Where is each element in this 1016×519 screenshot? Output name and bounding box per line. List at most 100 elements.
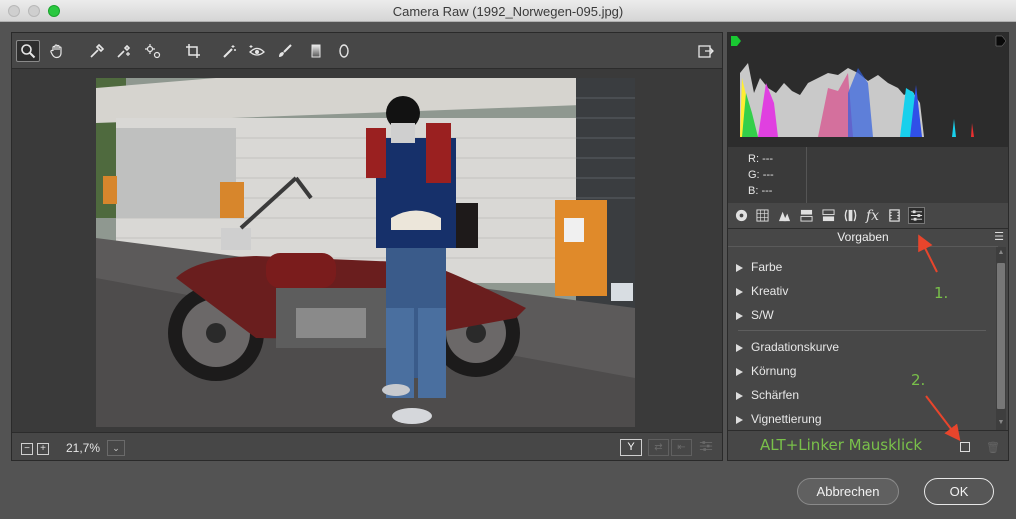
crop-icon	[186, 44, 200, 58]
targeted-adjustment-tool-button[interactable]	[141, 40, 165, 62]
presets-title: Vorgaben	[837, 230, 889, 244]
radial-filter-tool-button[interactable]	[332, 40, 356, 62]
sliders-icon	[699, 441, 712, 451]
zoom-dropdown[interactable]: ⌄	[107, 440, 125, 456]
preset-group-koernung[interactable]: Körnung	[736, 364, 796, 378]
panel-tabs: fx	[728, 203, 1008, 229]
photo-motorcycle-rider	[96, 78, 635, 427]
rgb-divider	[806, 147, 807, 203]
view-mode-button[interactable]: Y	[620, 439, 642, 456]
tab-detail[interactable]	[776, 207, 793, 224]
preset-group-vignettierung[interactable]: Vignettierung	[736, 412, 822, 426]
chevron-right-icon	[736, 263, 743, 272]
adjustment-brush-tool-button[interactable]	[273, 40, 297, 62]
white-balance-tool-button[interactable]	[85, 40, 109, 62]
chevron-right-icon	[736, 311, 743, 320]
b-label: B:	[748, 185, 759, 197]
tab-hsl[interactable]	[798, 207, 815, 224]
chevron-right-icon	[736, 287, 743, 296]
chevron-right-icon	[736, 415, 743, 424]
scroll-up-icon[interactable]: ▲	[997, 249, 1005, 257]
chevron-right-icon	[736, 391, 743, 400]
preset-group-sw[interactable]: S/W	[736, 308, 774, 322]
detail-icon	[778, 211, 791, 222]
tab-effects[interactable]: fx	[864, 207, 881, 224]
zoom-out-button[interactable]: −	[21, 443, 33, 455]
zoom-level: 21,7%	[66, 441, 101, 455]
editor-panel: − + 21,7% ⌄ Y ⇄ ⇤	[11, 32, 723, 461]
scroll-thumb[interactable]	[997, 263, 1005, 409]
preset-group-label: Schärfen	[751, 388, 800, 402]
zoom-tool-button[interactable]	[16, 40, 40, 62]
highlight-clipping-warning-icon[interactable]	[995, 35, 1007, 47]
new-preset-icon[interactable]	[960, 442, 970, 452]
red-eye-tool-button[interactable]	[245, 40, 269, 62]
tab-camera-calibration[interactable]	[886, 207, 903, 224]
b-value: ---	[761, 185, 773, 197]
title-bar: Camera Raw (1992_Norwegen-095.jpg)	[0, 0, 1016, 22]
zoom-in-button[interactable]: +	[37, 443, 49, 455]
radial-filter-icon	[339, 44, 349, 58]
color-sampler-tool-button[interactable]	[112, 40, 136, 62]
preset-group-farbe[interactable]: Farbe	[736, 260, 782, 274]
hsl-icon	[800, 209, 813, 222]
white-balance-icon	[90, 43, 105, 58]
chevron-right-icon	[736, 367, 743, 376]
preset-group-gradationskurve[interactable]: Gradationskurve	[736, 340, 839, 354]
trash-icon[interactable]: 🗑	[986, 441, 1000, 454]
hand-tool-button[interactable]	[45, 40, 69, 62]
adjustments-panel: R: --- G: --- B: --- fx Vorgaben ☰ Farbe…	[727, 32, 1009, 461]
preset-group-schaerfen[interactable]: Schärfen	[736, 388, 799, 402]
zoom-bar: − + 21,7% ⌄ Y ⇄ ⇤	[12, 432, 722, 460]
red-eye-icon	[249, 45, 265, 56]
targeted-adjustment-icon	[145, 44, 161, 59]
window-title: Camera Raw (1992_Norwegen-095.jpg)	[392, 4, 624, 19]
preset-group-kreativ[interactable]: Kreativ	[736, 284, 788, 298]
step-two-label: 2.	[911, 371, 926, 389]
presets-panel: Vorgaben ☰ Farbe Kreativ S/W Gradationsk…	[728, 229, 1008, 430]
color-sampler-icon	[117, 44, 131, 58]
presets-icon	[910, 210, 923, 221]
tone-curve-icon	[756, 209, 769, 222]
tab-tone-curve[interactable]	[754, 207, 771, 224]
r-value: ---	[762, 153, 774, 165]
g-value: ---	[762, 169, 774, 181]
image-preview[interactable]	[12, 70, 722, 432]
panel-menu-icon[interactable]: ☰	[994, 230, 1004, 243]
swap-settings-button[interactable]: ⇤	[671, 439, 692, 456]
graduated-filter-icon	[311, 44, 321, 58]
presets-scrollbar[interactable]: ▲ ▼	[996, 247, 1006, 430]
basic-icon	[735, 209, 748, 222]
preset-group-label: Vignettierung	[751, 412, 822, 426]
spot-removal-icon	[223, 45, 236, 58]
camera-calibration-icon	[889, 209, 900, 222]
tab-presets[interactable]	[908, 207, 925, 224]
preset-group-label: Farbe	[751, 260, 783, 274]
adjustment-brush-icon	[279, 44, 292, 57]
tab-split-toning[interactable]	[820, 207, 837, 224]
export-icon	[698, 45, 714, 58]
divider	[738, 330, 986, 331]
graduated-filter-tool-button[interactable]	[304, 40, 328, 62]
presets-header: Vorgaben	[728, 229, 998, 247]
before-after-toggle-button[interactable]: ⇄	[648, 439, 669, 456]
open-preferences-button[interactable]	[694, 40, 718, 62]
scroll-down-icon[interactable]: ▼	[997, 419, 1005, 427]
tab-basic[interactable]	[733, 207, 750, 224]
instruction-label: ALT+Linker Mausklick	[760, 436, 923, 454]
spot-removal-tool-button[interactable]	[218, 40, 242, 62]
histogram	[728, 33, 1008, 147]
chevron-right-icon	[736, 343, 743, 352]
cancel-button[interactable]: Abbrechen	[797, 478, 899, 505]
g-label: G:	[748, 169, 760, 181]
tool-bar	[12, 33, 722, 69]
effects-icon: fx	[865, 207, 880, 224]
ok-button[interactable]: OK	[924, 478, 994, 505]
tab-lens-corrections[interactable]	[842, 207, 859, 224]
r-label: R:	[748, 153, 759, 165]
shadow-clipping-warning-icon[interactable]	[731, 36, 741, 46]
step-one-label: 1.	[934, 284, 949, 302]
toggle-settings-button[interactable]	[695, 439, 716, 456]
crop-tool-button[interactable]	[181, 40, 205, 62]
preset-group-label: Gradationskurve	[751, 340, 840, 354]
